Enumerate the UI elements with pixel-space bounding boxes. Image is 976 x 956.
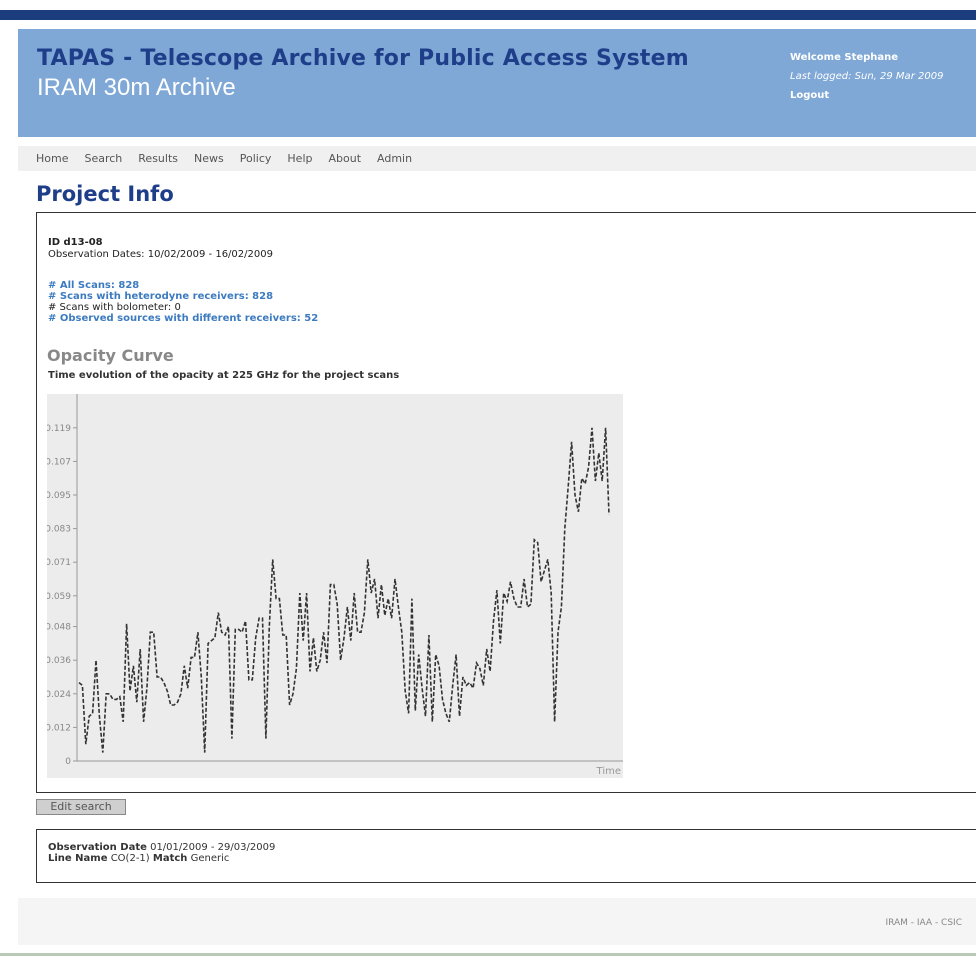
y-tick-label: 0.012 [47,723,71,733]
site-subtitle: IRAM 30m Archive [37,74,236,101]
opacity-chart-svg: 0 0.012 0.024 0.036 0.048 0.059 0.071 0.083 0.09… [47,394,623,777]
nav-item-news[interactable]: News [194,152,224,165]
main-nav: Home Search Results News Policy Help Abo… [18,146,976,171]
y-tick-label: 0 [65,757,71,767]
logout-link[interactable]: Logout [790,86,943,105]
heterodyne-scans-link[interactable]: # Scans with heterodyne receivers: 828 [48,291,318,302]
criteria-line-name-value: CO(2-1) [110,853,150,864]
criteria-line-row: Line Name CO(2-1) Match Generic [48,853,275,864]
observation-dates: Observation Dates: 10/02/2009 - 16/02/20… [48,249,273,260]
observed-sources-link[interactable]: # Observed sources with different receiv… [48,313,318,324]
y-tick-label: 0.107 [47,457,71,467]
y-tick-label: 0.119 [47,424,71,434]
criteria-obs-date-value: 01/01/2009 - 29/03/2009 [150,842,276,853]
y-tick-label: 0.036 [47,656,71,666]
last-logged-text: Last logged: Sun, 29 Mar 2009 [790,71,944,82]
project-info-panel: ID d13-08 Observation Dates: 10/02/2009 … [36,212,976,793]
criteria-obs-date-label: Observation Date [48,842,147,853]
project-summary: ID d13-08 Observation Dates: 10/02/2009 … [48,237,273,261]
scan-stats: # All Scans: 828 # Scans with heterodyne… [48,280,318,324]
opacity-chart: 0 0.012 0.024 0.036 0.048 0.059 0.071 0.083 0.09… [47,394,623,778]
nav-item-home[interactable]: Home [36,152,68,165]
nav-item-results[interactable]: Results [138,152,178,165]
site-title: TAPAS - Telescope Archive for Public Acc… [37,46,689,71]
top-stripe [0,10,976,20]
nav-item-admin[interactable]: Admin [377,152,412,165]
footer: IRAM - IAA - CSIC [18,898,976,945]
all-scans-link[interactable]: # All Scans: 828 [48,280,318,291]
nav-item-search[interactable]: Search [84,152,122,165]
search-criteria-text: Observation Date 01/01/2009 - 29/03/2009… [48,842,275,864]
y-tick-label: 0.024 [47,690,71,700]
x-axis-label: Time [596,766,621,777]
footer-credits: IRAM - IAA - CSIC [885,918,962,928]
y-tick-label: 0.095 [47,491,71,501]
opacity-curve-description: Time evolution of the opacity at 225 GHz… [48,370,400,381]
y-tick-label: 0.059 [47,592,71,602]
opacity-curve-title: Opacity Curve [47,346,174,365]
y-tick-label: 0.083 [47,525,71,535]
opacity-series-line [78,427,610,753]
edit-search-button[interactable]: Edit search [36,799,126,815]
y-tick-label: 0.071 [47,558,71,568]
nav-item-about[interactable]: About [328,152,361,165]
welcome-text: Welcome Stephane [790,52,899,63]
criteria-match-value: Generic [190,853,230,864]
page-title: Project Info [36,182,174,206]
nav-item-policy[interactable]: Policy [240,152,272,165]
user-panel: Welcome Stephane Last logged: Sun, 29 Ma… [790,48,943,105]
criteria-obs-date-row: Observation Date 01/01/2009 - 29/03/2009 [48,842,275,853]
nav-item-help[interactable]: Help [287,152,312,165]
bolometer-scans-text: # Scans with bolometer: 0 [48,302,181,313]
header-banner: TAPAS - Telescope Archive for Public Acc… [18,29,976,137]
search-criteria-panel: Observation Date 01/01/2009 - 29/03/2009… [36,829,976,883]
criteria-match-label: Match [152,853,188,864]
y-tick-label: 0.048 [47,623,71,633]
project-id: ID d13-08 [48,237,103,248]
criteria-line-name-label: Line Name [48,853,108,864]
